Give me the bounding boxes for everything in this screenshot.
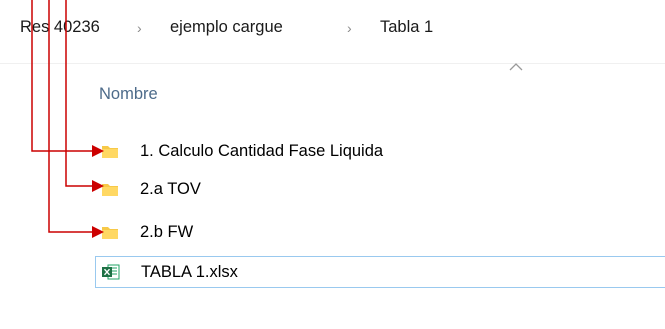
breadcrumb-item-tabla-1[interactable]: Tabla 1 (380, 18, 433, 37)
excel-file-icon (102, 264, 120, 280)
list-item-label: 2.a TOV (140, 180, 201, 198)
sort-ascending-icon[interactable] (509, 62, 523, 72)
breadcrumb-item-ejemplo-cargue[interactable]: ejemplo cargue (170, 18, 283, 37)
breadcrumb-separator-icon: › (347, 20, 352, 36)
list-item-label: 1. Calculo Cantidad Fase Liquida (140, 142, 384, 160)
column-header-nombre[interactable]: Nombre (99, 85, 158, 104)
folder-icon (102, 184, 118, 196)
list-item-folder-fw[interactable]: 2.b FW (95, 218, 665, 248)
list-item-folder-tov[interactable]: 2.a TOV (95, 175, 665, 205)
folder-icon (102, 227, 118, 239)
folder-icon (102, 146, 118, 158)
breadcrumb-item-res-40236[interactable]: Res 40236 (20, 18, 100, 37)
list-item-folder-calculo[interactable]: 1. Calculo Cantidad Fase Liquida (95, 137, 665, 167)
breadcrumb-separator-icon: › (137, 20, 142, 36)
list-item-label: 2.b FW (140, 223, 194, 241)
list-item-label: TABLA 1.xlsx (141, 263, 238, 281)
list-item-file-tabla1[interactable]: TABLA 1.xlsx (95, 256, 665, 288)
breadcrumb: Res 40236 › ejemplo cargue › Tabla 1 (0, 0, 665, 64)
